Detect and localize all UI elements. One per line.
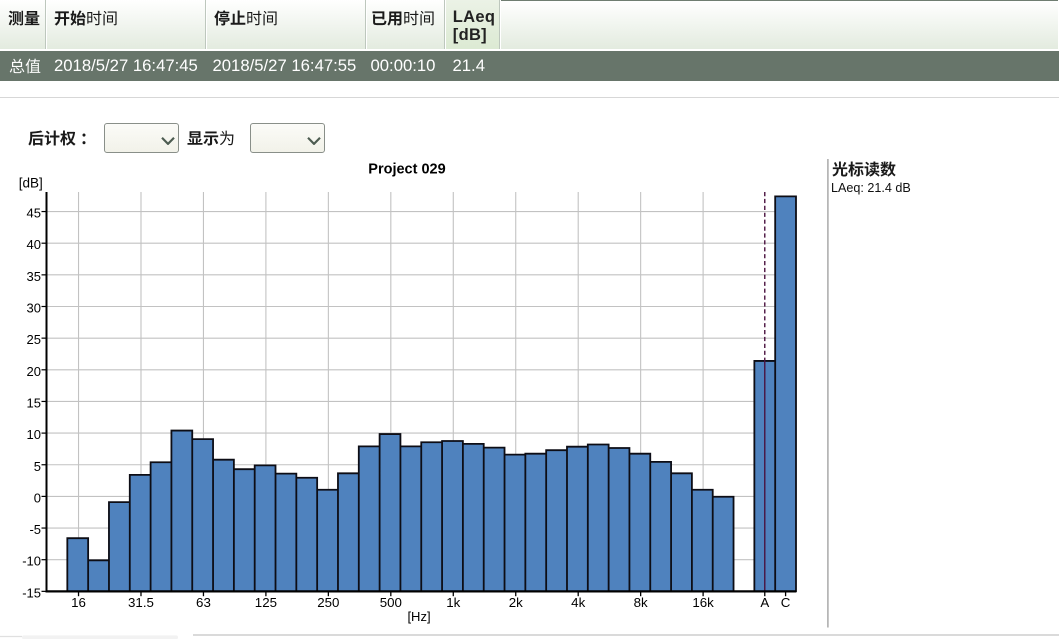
- svg-text:8k: 8k: [634, 595, 648, 610]
- svg-text:2k: 2k: [509, 595, 523, 610]
- svg-text:16k: 16k: [692, 595, 714, 610]
- svg-text:[dB]: [dB]: [19, 176, 43, 191]
- svg-text:45: 45: [27, 206, 41, 221]
- svg-text:A: A: [760, 595, 769, 610]
- svg-text:-10: -10: [22, 554, 41, 569]
- svg-text:-5: -5: [29, 522, 41, 537]
- svg-text:1k: 1k: [446, 595, 460, 610]
- svg-text:31.5: 31.5: [128, 595, 154, 610]
- svg-text:[Hz]: [Hz]: [407, 609, 430, 624]
- svg-text:40: 40: [27, 237, 41, 252]
- svg-text:25: 25: [27, 332, 41, 347]
- svg-text:0: 0: [34, 490, 41, 505]
- svg-text:5: 5: [34, 459, 41, 474]
- svg-text:30: 30: [27, 301, 41, 316]
- svg-text:35: 35: [27, 269, 41, 284]
- svg-text:500: 500: [380, 595, 402, 610]
- svg-text:125: 125: [255, 595, 277, 610]
- svg-text:10: 10: [27, 427, 41, 442]
- svg-text:16: 16: [71, 595, 86, 610]
- svg-text:4k: 4k: [571, 595, 585, 610]
- svg-text:-15: -15: [22, 585, 41, 600]
- svg-text:20: 20: [27, 364, 41, 379]
- svg-text:15: 15: [27, 395, 41, 410]
- svg-text:C: C: [781, 595, 791, 610]
- svg-text:63: 63: [196, 595, 211, 610]
- svg-text:250: 250: [317, 595, 339, 610]
- svg-text:Project 029: Project 029: [368, 162, 445, 178]
